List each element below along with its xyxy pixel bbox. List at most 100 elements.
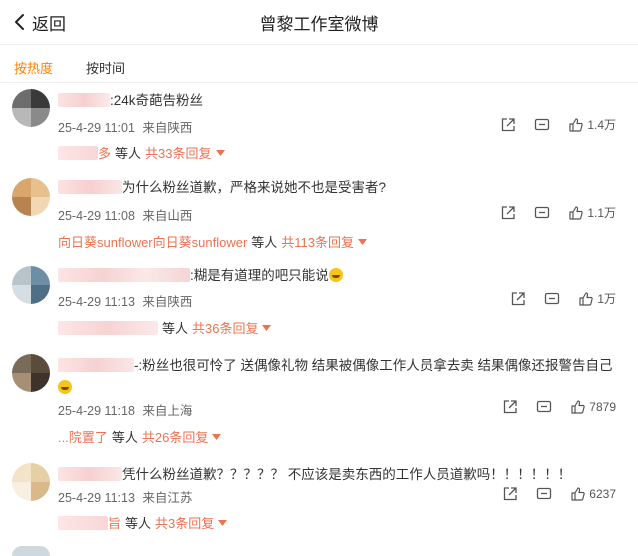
caret-down-icon	[215, 149, 225, 156]
comment-time: 25-4-29 11:01	[58, 121, 135, 135]
comment-location: 来自上海	[142, 404, 193, 418]
comment-text-line: :24k奇葩告粉丝	[58, 90, 630, 112]
comment-text: :24k奇葩告粉丝	[110, 93, 204, 108]
share-icon	[504, 487, 517, 501]
reply-summary[interactable]: ...院置了 等人 共26条回复	[58, 427, 222, 446]
avatar-mosaic	[12, 463, 50, 501]
comment-location: 来自山西	[142, 209, 193, 223]
username-blurred[interactable]	[58, 467, 122, 481]
comment-button[interactable]	[536, 399, 552, 415]
reply-username-fragment[interactable]: 多	[98, 143, 111, 162]
reply-username-blurred[interactable]	[58, 145, 98, 160]
reply-people: 等人	[125, 516, 152, 531]
like-button[interactable]: 1.4万	[568, 116, 616, 133]
avatar[interactable]	[12, 266, 50, 304]
comment-button[interactable]	[534, 117, 550, 133]
comment-location: 来自江苏	[142, 491, 193, 505]
comment-actions: 7879	[484, 399, 616, 415]
comment-icon	[537, 400, 552, 413]
reply-username-blurred[interactable]	[58, 320, 158, 335]
like-count: 1.4万	[587, 118, 616, 132]
reply-username[interactable]: 向日葵sunflower向日葵sunflower	[58, 232, 247, 251]
avatar-mosaic	[12, 89, 50, 127]
comment-icon	[537, 487, 552, 500]
comment-location: 来自陕西	[142, 121, 193, 135]
comment-text: 凭什么粉丝道歉？？？？？ 不应该是卖东西的工作人员道歉吗！！！！！！	[122, 467, 572, 482]
like-count: 7879	[589, 400, 616, 414]
caret-down-icon	[358, 238, 368, 245]
caret-down-icon	[218, 519, 228, 526]
share-button[interactable]	[502, 486, 518, 502]
comment-actions: 1.4万	[482, 116, 616, 133]
share-button[interactable]	[500, 117, 516, 133]
comment-meta: 25-4-29 11:01 来自陕西	[58, 117, 192, 136]
reply-username-fragment[interactable]: 旨	[108, 513, 121, 532]
comment-time: 25-4-29 11:08	[58, 209, 135, 223]
username-blurred[interactable]	[58, 358, 134, 372]
comment-button[interactable]	[534, 205, 550, 221]
share-icon	[502, 205, 515, 219]
username-blurred[interactable]	[58, 93, 110, 107]
page-title: 曾黎工作室微博	[259, 15, 379, 34]
reply-count-link[interactable]: 共26条回复	[142, 427, 222, 446]
caret-down-icon	[212, 433, 222, 440]
comment-item: :糊是有道理的吧只能说 25-4-29 11:13 来自陕西 1万 等人 共36…	[0, 260, 638, 350]
tab-sort-by-hot[interactable]: 按热度	[14, 58, 53, 77]
caret-down-icon	[262, 324, 272, 331]
username-blurred[interactable]	[58, 180, 122, 194]
avatar[interactable]	[12, 354, 50, 392]
share-button[interactable]	[510, 291, 526, 307]
comment-actions: 6237	[484, 486, 616, 502]
share-button[interactable]	[502, 399, 518, 415]
reply-summary[interactable]: 旨 等人 共3条回复	[58, 513, 228, 532]
thumbs-up-icon	[579, 291, 594, 306]
reply-summary[interactable]: 等人 共36条回复	[58, 318, 272, 337]
thumbs-up-icon	[571, 487, 586, 501]
username-blurred[interactable]	[58, 268, 190, 282]
comment-text-line: 凭什么粉丝道歉？？？？？ 不应该是卖东西的工作人员道歉吗！！！！！！	[58, 464, 630, 486]
reply-summary[interactable]: 多 等人 共33条回复	[58, 143, 225, 162]
reply-count: 共33条回复	[145, 146, 212, 161]
comment-text: 为什么粉丝道歉，严格来说她不也是受害者?	[122, 180, 387, 195]
reply-username[interactable]: ...院置了	[58, 427, 108, 446]
share-icon	[502, 117, 515, 131]
reply-count: 共113条回复	[281, 235, 355, 250]
thumbs-up-icon	[569, 205, 584, 220]
comment-text: :糊是有道理的吧只能说	[190, 268, 329, 283]
reply-people: 等人	[111, 430, 138, 445]
like-button[interactable]: 7879	[570, 399, 616, 415]
comment-text-line: 为什么粉丝道歉，严格来说她不也是受害者?	[58, 177, 630, 199]
comment-button[interactable]	[536, 486, 552, 502]
like-count: 6237	[589, 487, 616, 501]
thumbs-up-icon	[569, 117, 584, 132]
reply-count-link[interactable]: 共3条回复	[155, 513, 228, 532]
next-comment-avatar-partial	[12, 546, 50, 556]
tab-sort-by-time[interactable]: 按时间	[86, 58, 125, 77]
reply-username-blurred[interactable]	[58, 515, 108, 530]
comment-meta: 25-4-29 11:18 来自上海	[58, 400, 192, 419]
emoji-icon	[58, 380, 72, 394]
comment-text-line: :糊是有道理的吧只能说	[58, 265, 630, 287]
comment-time: 25-4-29 11:13	[58, 295, 135, 309]
comment-icon	[535, 118, 550, 130]
like-button[interactable]: 1.1万	[568, 204, 616, 221]
comment-location: 来自陕西	[142, 295, 193, 309]
like-count: 1.1万	[587, 206, 616, 220]
avatar[interactable]	[12, 463, 50, 501]
like-button[interactable]: 1万	[578, 290, 616, 307]
like-button[interactable]: 6237	[570, 486, 616, 502]
avatar[interactable]	[12, 89, 50, 127]
like-count: 1万	[597, 292, 616, 306]
reply-count-link[interactable]: 共113条回复	[281, 232, 368, 251]
comment-button[interactable]	[544, 291, 560, 307]
reply-summary[interactable]: 向日葵sunflower向日葵sunflower 等人 共113条回复	[58, 232, 368, 251]
reply-people: 等人	[162, 321, 189, 336]
reply-people: 等人	[251, 235, 278, 250]
emoji-icon	[328, 268, 343, 282]
avatar[interactable]	[12, 178, 50, 216]
reply-count-link[interactable]: 共36条回复	[192, 318, 272, 337]
comment-meta: 25-4-29 11:08 来自山西	[58, 205, 192, 224]
share-button[interactable]	[500, 205, 516, 221]
comment-text: -:粉丝也很可怜了 送偶像礼物 结果被偶像工作人员拿去卖 结果偶像还报警告自己	[134, 358, 613, 373]
reply-count-link[interactable]: 共33条回复	[145, 143, 225, 162]
